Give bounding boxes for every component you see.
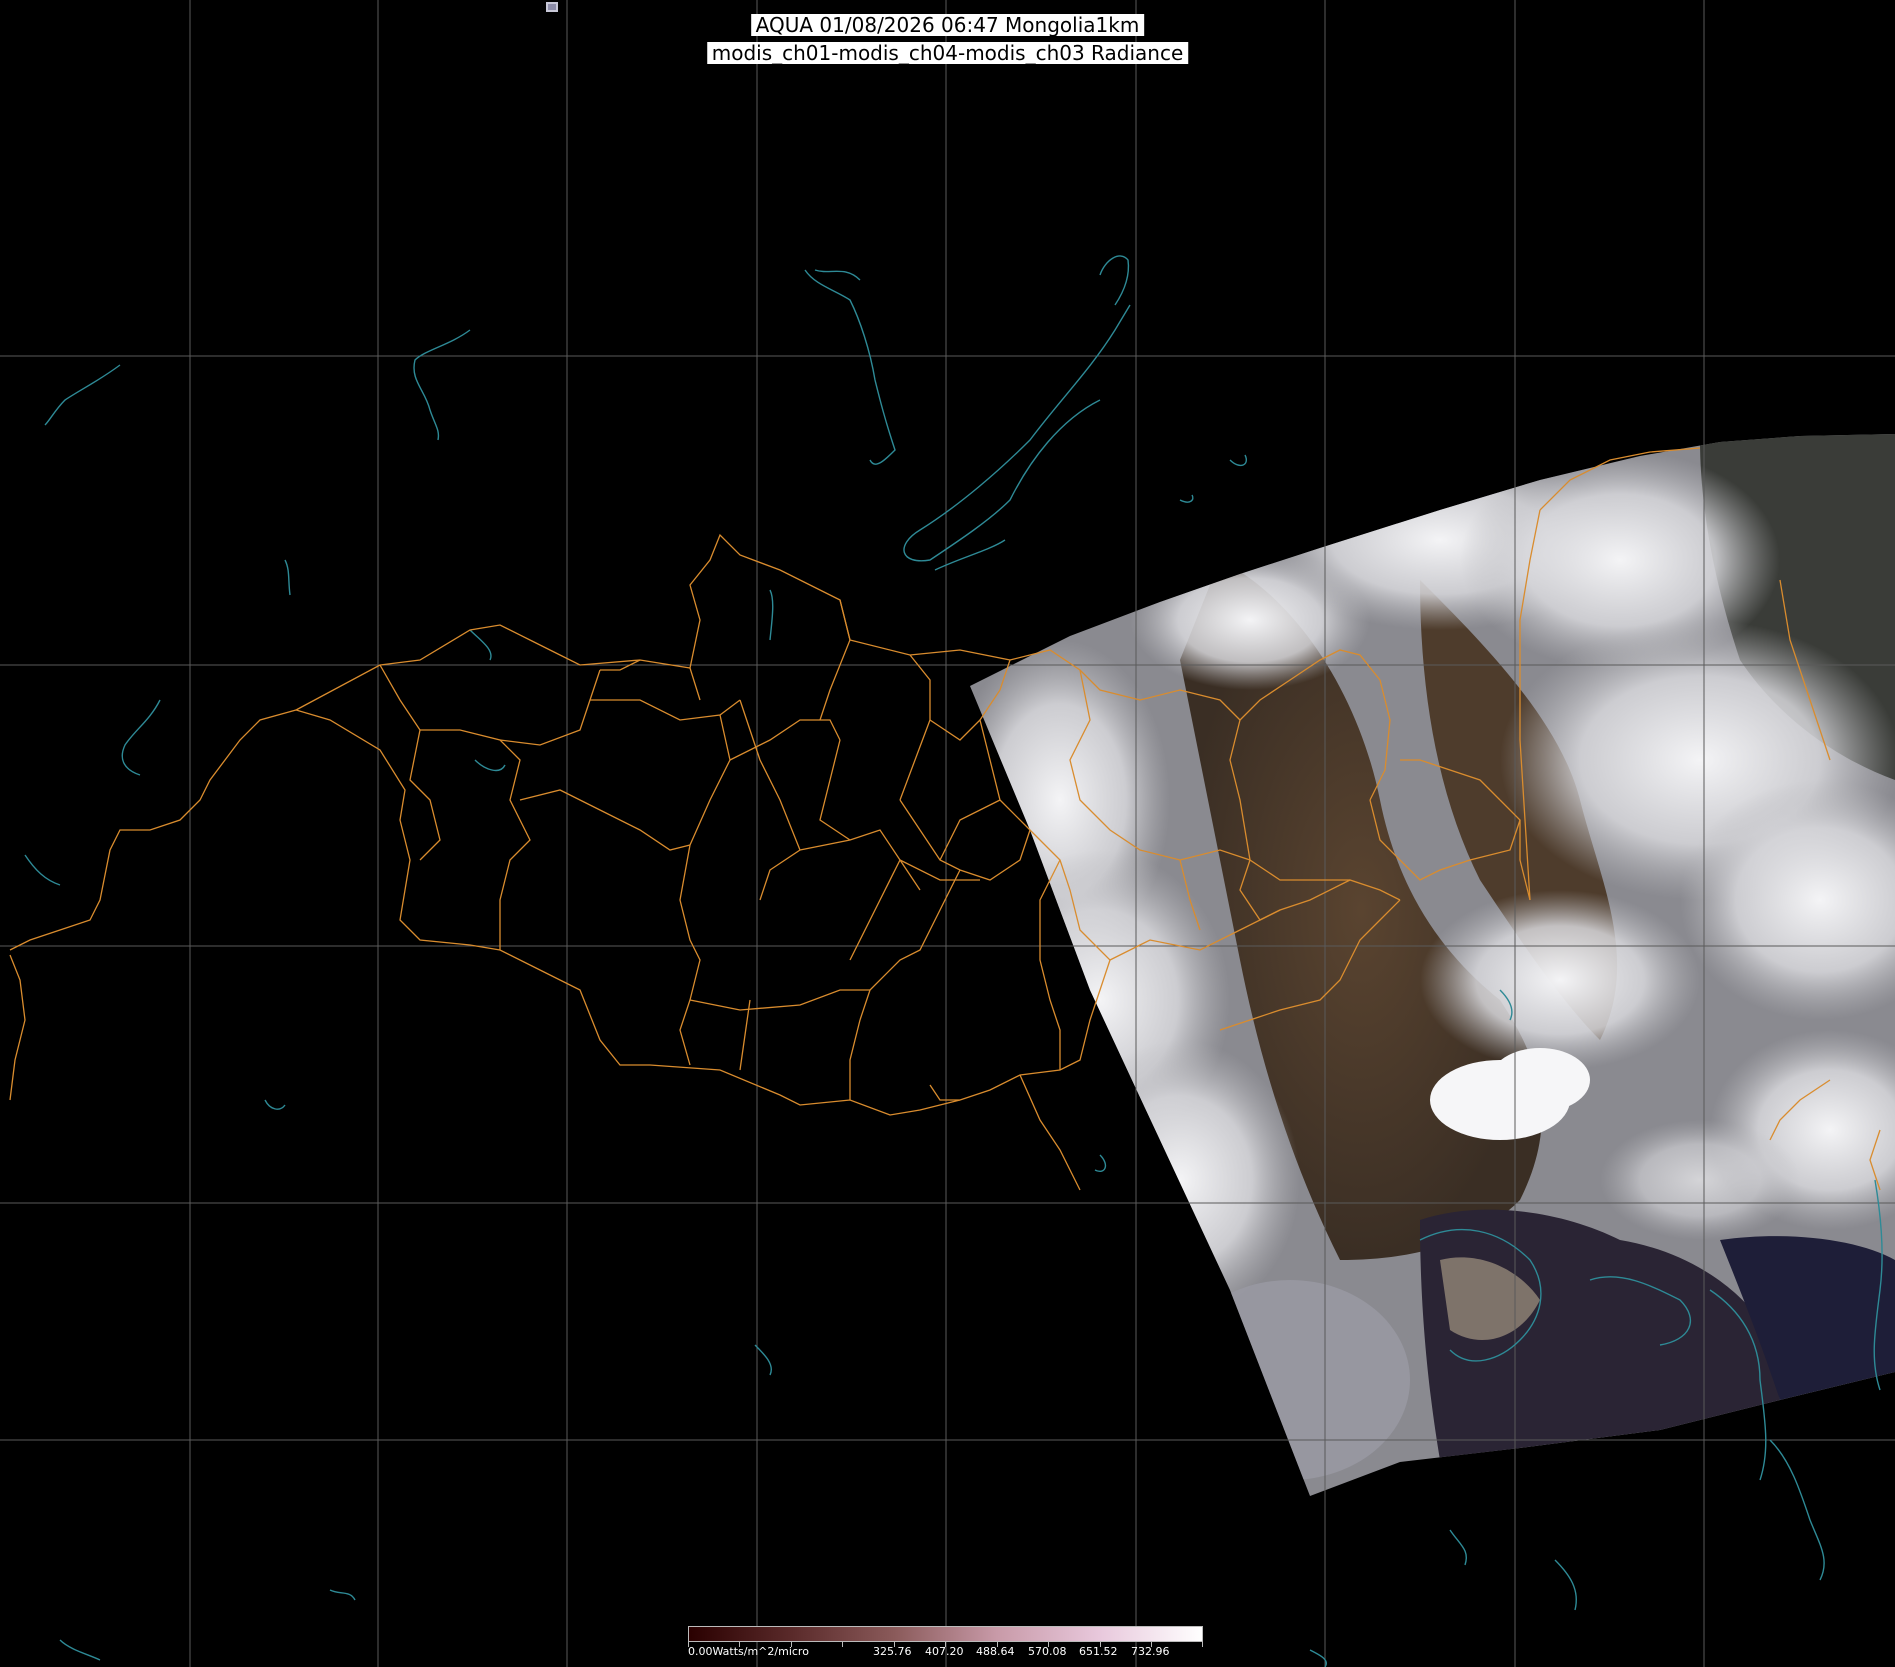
colorbar-tick-label: 732.96 — [1131, 1645, 1170, 1658]
colorbar-tick-label: 570.08 — [1028, 1645, 1067, 1658]
image-title: AQUA 01/08/2026 06:47 Mongolia1km — [750, 14, 1145, 36]
colorbar-tick-label: 488.64 — [976, 1645, 1015, 1658]
image-subtitle: modis_ch01-modis_ch04-modis_ch03 Radianc… — [706, 42, 1189, 64]
colorbar-tick-label: 651.52 — [1079, 1645, 1118, 1658]
satellite-map — [0, 0, 1895, 1667]
colorbar-tick-label: 407.20 — [925, 1645, 964, 1658]
colorbar-unit-label: 0.00Watts/m^2/micro — [688, 1645, 809, 1658]
colorbar-tick-label: 325.76 — [873, 1645, 912, 1658]
satellite-swath — [970, 434, 1895, 1496]
colorbar-gradient — [688, 1626, 1203, 1642]
colorbar: 0.00Watts/m^2/micro 325.76 407.20 488.64… — [688, 1626, 1203, 1664]
satellite-icon — [546, 2, 558, 12]
